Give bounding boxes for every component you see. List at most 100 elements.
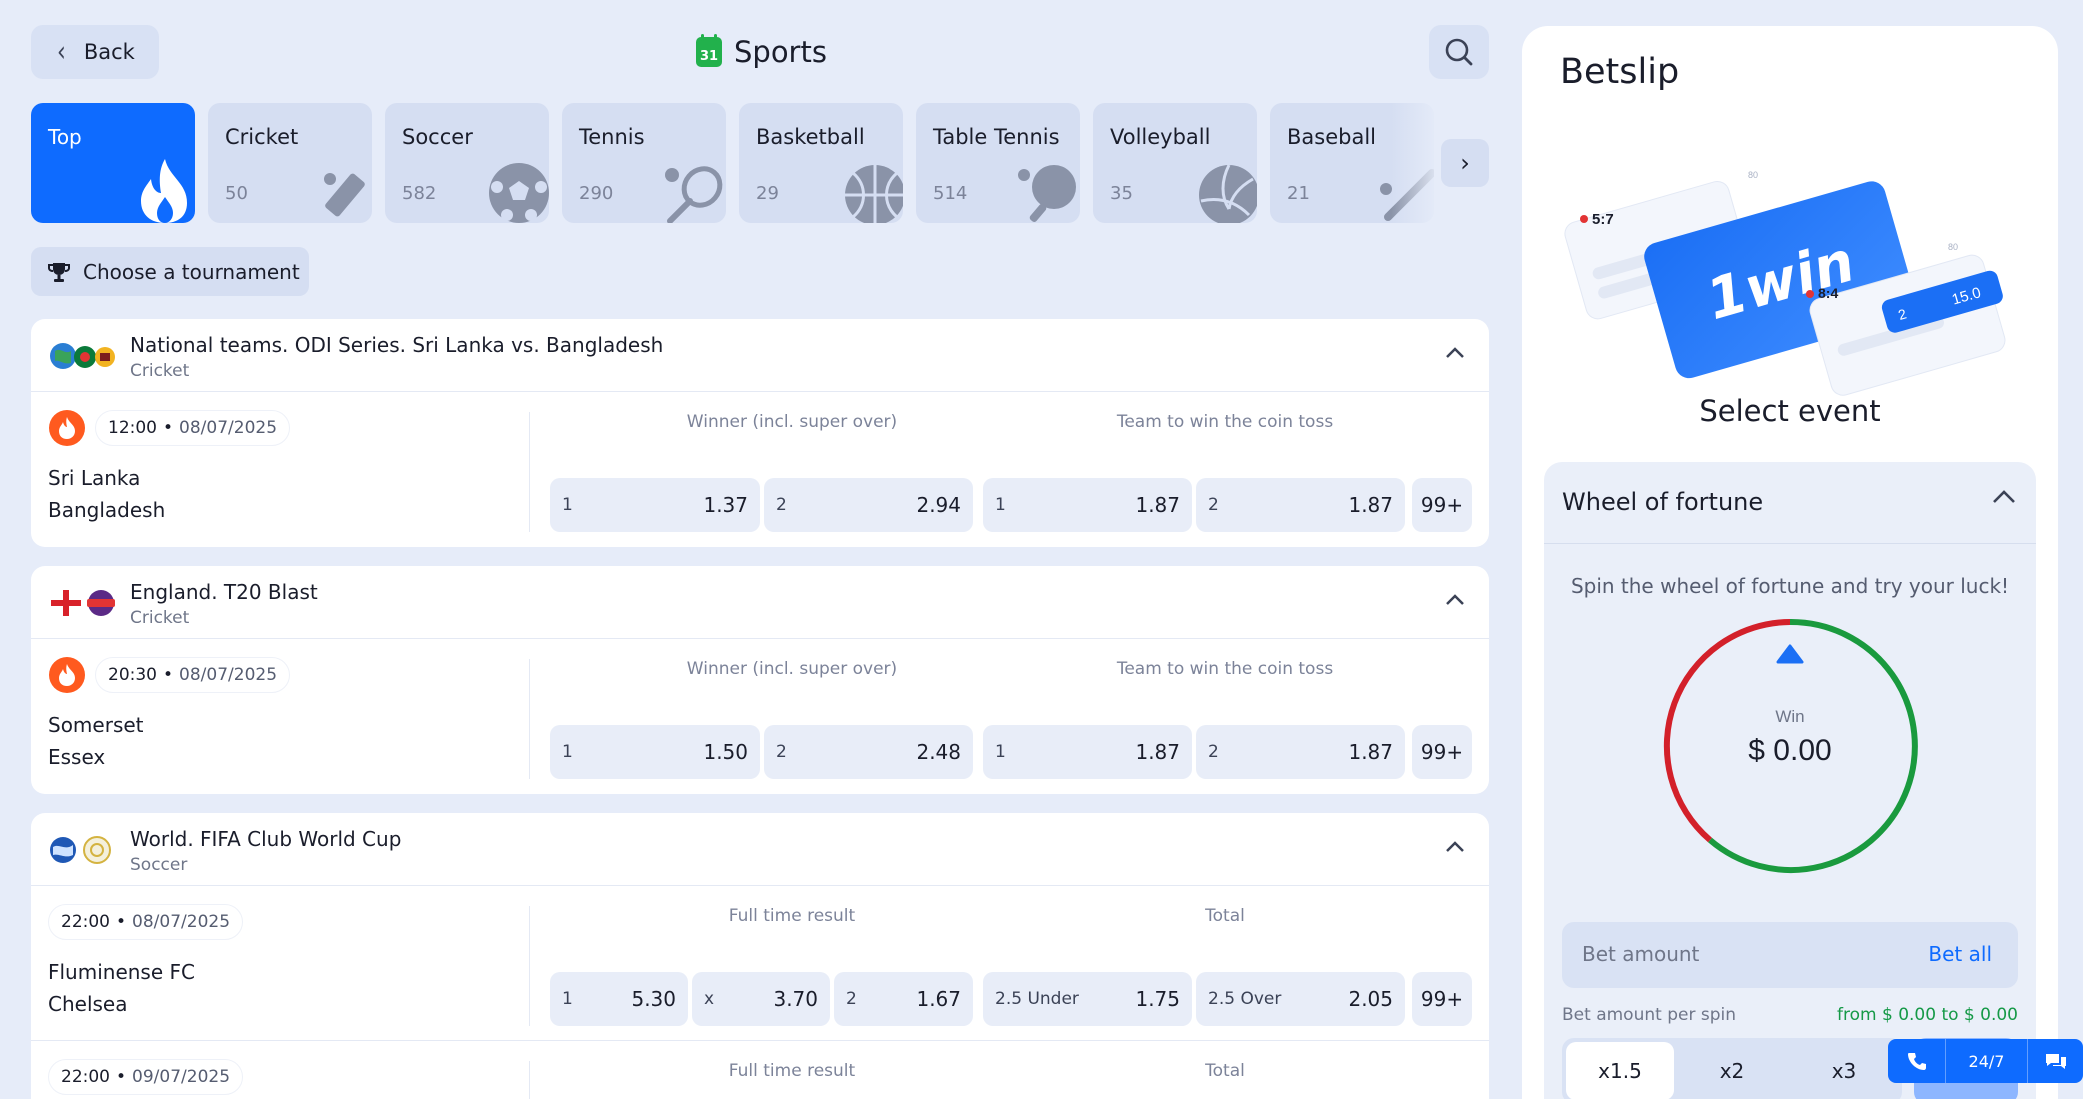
divider	[529, 659, 530, 779]
back-button[interactable]: ‹ Back	[31, 25, 159, 79]
trophy-icon	[48, 262, 70, 282]
event-header[interactable]: England. T20 Blast Cricket	[31, 566, 1489, 639]
odd-value: 3.70	[773, 987, 818, 1011]
sport-tab-table-tennis[interactable]: Table Tennis 514	[916, 103, 1080, 223]
chevron-up-icon[interactable]	[1445, 839, 1465, 853]
sport-name: Volleyball	[1110, 125, 1211, 149]
bet-all-button[interactable]: Bet all	[1928, 942, 1992, 966]
market-label: Winner (incl. super over)	[686, 412, 898, 432]
carousel-next-button[interactable]: ›	[1441, 139, 1489, 187]
event-header[interactable]: World. FIFA Club World Cup Soccer	[31, 813, 1489, 886]
support-widget: 24/7	[1888, 1039, 2083, 1083]
illus-score-2: 8:4	[1818, 285, 1838, 301]
sport-tab-soccer[interactable]: Soccer 582	[385, 103, 549, 223]
odd-button[interactable]: 2 2.48	[764, 725, 973, 779]
odd-value: 5.30	[631, 987, 676, 1011]
team-home[interactable]: Somerset	[48, 713, 144, 737]
event-time-value: 20:30	[108, 665, 157, 685]
sport-tab-top[interactable]: Top	[31, 103, 195, 223]
chevron-up-icon[interactable]	[1445, 592, 1465, 606]
wheel-of-fortune-header[interactable]: Wheel of fortune	[1544, 462, 2036, 544]
fortune-wheel[interactable]: Win $ 0.00	[1658, 614, 1922, 878]
multiplier-x2[interactable]: x2	[1678, 1042, 1786, 1099]
basketball-icon	[845, 165, 903, 223]
chevron-up-icon[interactable]	[1992, 488, 2016, 504]
market-label: Winner (incl. super over)	[686, 659, 898, 679]
choose-tournament-button[interactable]: Choose a tournament	[31, 247, 309, 296]
event-header[interactable]: National teams. ODI Series. Sri Lanka vs…	[31, 319, 1489, 392]
odd-button[interactable]: x 3.70	[692, 972, 830, 1026]
sport-count: 582	[402, 183, 437, 204]
sport-name: Top	[48, 125, 82, 149]
team-away[interactable]: Chelsea	[48, 992, 127, 1016]
multiplier-x1-5[interactable]: x1.5	[1566, 1042, 1674, 1099]
odd-value: 1.67	[916, 987, 961, 1011]
event-sport: Cricket	[130, 361, 190, 381]
more-markets-button[interactable]: 99+	[1412, 972, 1472, 1026]
odd-button[interactable]: 2.5 Under 1.75	[983, 972, 1192, 1026]
dot-separator: •	[163, 418, 174, 438]
chevron-up-icon[interactable]	[1445, 345, 1465, 359]
odd-button[interactable]: 2 2.94	[764, 478, 973, 532]
event-sport: Soccer	[130, 855, 188, 875]
win-label: Win	[1775, 707, 1804, 726]
phone-button[interactable]	[1888, 1039, 1946, 1083]
market-label: Total	[1205, 906, 1245, 926]
event-time-value: 22:00	[61, 1067, 110, 1087]
volleyball-icon	[1199, 164, 1257, 223]
top-bar: ‹ Back 31 Sports	[31, 25, 1489, 79]
team-away[interactable]: Bangladesh	[48, 498, 165, 522]
sport-name: Soccer	[402, 125, 473, 149]
chat-button[interactable]	[2028, 1039, 2083, 1083]
odd-label: 2	[776, 495, 787, 515]
team-flags-icon	[50, 836, 111, 864]
betslip-panel: Betslip 5:7 1win 2 15.0 8:4 80 80 Select…	[1522, 26, 2058, 1099]
odd-button[interactable]: 1 1.37	[550, 478, 760, 532]
team-home[interactable]: Fluminense FC	[48, 960, 195, 984]
odd-label: 1	[562, 742, 573, 762]
odd-value: 1.87	[1135, 740, 1180, 764]
hot-fire-icon	[49, 657, 85, 693]
sport-name: Basketball	[756, 125, 865, 149]
ping-pong-icon	[1018, 165, 1076, 223]
wheel-description: Spin the wheel of fortune and try your l…	[1570, 574, 2010, 598]
sport-count: 290	[579, 183, 614, 204]
odd-button[interactable]: 1 1.50	[550, 725, 760, 779]
multiplier-x3[interactable]: x3	[1790, 1042, 1898, 1099]
illus-score-1: 5:7	[1592, 211, 1614, 228]
betslip-illustration: 5:7 1win 2 15.0 8:4 80 80	[1564, 170, 2006, 396]
phone-icon	[1907, 1053, 1926, 1070]
win-value: $ 0.00	[1748, 734, 1831, 767]
odd-button[interactable]: 2 1.87	[1196, 725, 1405, 779]
sport-count: 21	[1287, 183, 1310, 204]
team-home[interactable]: Sri Lanka	[48, 466, 140, 490]
soccer-ball-icon	[489, 163, 549, 223]
odd-button[interactable]: 2 1.87	[1196, 478, 1405, 532]
more-markets-button[interactable]: 99+	[1412, 725, 1472, 779]
bet-amount-input[interactable]: Bet amount Bet all	[1562, 922, 2018, 988]
illus-dots-2: 80	[1948, 242, 1958, 252]
sport-name: Cricket	[225, 125, 299, 149]
sport-tab-volleyball[interactable]: Volleyball 35	[1093, 103, 1257, 223]
odd-label: 1	[995, 742, 1006, 762]
divider	[529, 906, 530, 1026]
odd-button[interactable]: 2 1.67	[834, 972, 973, 1026]
search-button[interactable]	[1429, 25, 1489, 79]
sport-tab-cricket[interactable]: Cricket 50	[208, 103, 372, 223]
chevron-left-icon: ‹	[57, 35, 66, 69]
select-event-text: Select event	[1699, 394, 1881, 428]
team-away[interactable]: Essex	[48, 745, 105, 769]
fire-icon	[141, 159, 187, 223]
support-hours[interactable]: 24/7	[1946, 1039, 2028, 1083]
sport-tab-tennis[interactable]: Tennis 290	[562, 103, 726, 223]
more-markets-button[interactable]: 99+	[1412, 478, 1472, 532]
odd-button[interactable]: 2.5 Over 2.05	[1196, 972, 1405, 1026]
sport-count: 50	[225, 183, 248, 204]
chevron-right-icon: ›	[1460, 149, 1470, 177]
odd-button[interactable]: 1 1.87	[983, 725, 1192, 779]
team-flags-icon	[50, 343, 115, 369]
odd-button[interactable]: 1 5.30	[550, 972, 688, 1026]
odd-button[interactable]: 1 1.87	[983, 478, 1192, 532]
sport-tab-basketball[interactable]: Basketball 29	[739, 103, 903, 223]
tournament-label: Choose a tournament	[83, 259, 300, 284]
